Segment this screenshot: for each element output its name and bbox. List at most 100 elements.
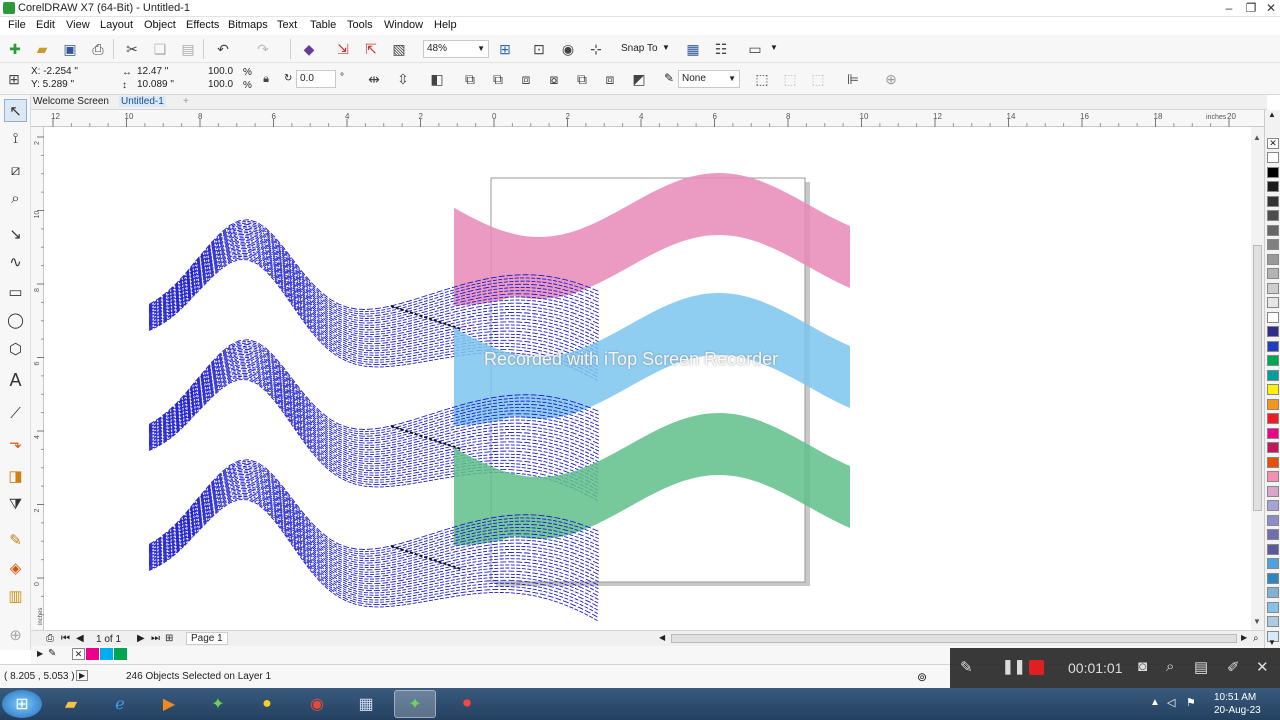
- horizontal-ruler[interactable]: 12 10 8 6 4 2 0 2 4 6 8 10 12 14 16 18 20 inches: [31, 110, 1267, 127]
- align-icon[interactable]: ⊫: [842, 68, 864, 90]
- palette-swatch[interactable]: [1267, 268, 1279, 279]
- palette-swatch[interactable]: [1267, 413, 1279, 424]
- palette-swatch[interactable]: [1267, 572, 1279, 584]
- add-more-icon[interactable]: ⊕: [880, 68, 902, 90]
- explorer-task-icon[interactable]: ▰: [50, 690, 92, 718]
- menu-edit[interactable]: Edit: [36, 19, 55, 31]
- vertical-scroll-thumb[interactable]: [1253, 245, 1262, 511]
- page-options-icon[interactable]: ⎙: [46, 633, 54, 644]
- media-player-task-icon[interactable]: ▶: [148, 690, 190, 718]
- undo-icon[interactable]: ↶: [212, 38, 234, 60]
- palette-swatch[interactable]: [1267, 601, 1279, 613]
- ie-task-icon[interactable]: ℯ: [99, 690, 141, 718]
- palette-swatch[interactable]: [1267, 558, 1279, 569]
- recorder-comment-icon[interactable]: ▤: [1194, 658, 1208, 676]
- print-icon[interactable]: ⎙: [87, 38, 109, 60]
- save-icon[interactable]: ▣: [59, 38, 81, 60]
- palette-swatch[interactable]: [1267, 239, 1279, 250]
- align-distribute-icon[interactable]: ⬚: [751, 68, 773, 90]
- palette-swatch[interactable]: [1267, 282, 1279, 294]
- palette-swatch[interactable]: [1267, 500, 1279, 511]
- scroll-up-icon[interactable]: ▲: [1253, 133, 1261, 142]
- combine-icon[interactable]: ⧉: [459, 68, 481, 90]
- palette-swatch[interactable]: [1267, 224, 1279, 236]
- doc-palette-eyedropper-icon[interactable]: ✎: [48, 648, 56, 659]
- rectangle-tool-icon[interactable]: ▭: [4, 280, 27, 303]
- palette-swatch[interactable]: [1267, 340, 1279, 352]
- application-launcher-icon[interactable]: ☷: [710, 38, 732, 60]
- quick-trace-icon[interactable]: ⬚: [779, 68, 801, 90]
- drawing-canvas[interactable]: [44, 127, 1251, 630]
- search-content-icon[interactable]: ◆: [298, 38, 320, 60]
- options-icon[interactable]: ▦: [682, 38, 704, 60]
- palette-swatch[interactable]: [1267, 152, 1279, 163]
- palette-swatch[interactable]: [1267, 485, 1279, 497]
- pick-tool-icon[interactable]: ↖: [4, 99, 27, 122]
- palette-swatch[interactable]: [1267, 587, 1279, 598]
- menu-object[interactable]: Object: [144, 19, 176, 31]
- tab-untitled-1[interactable]: Untitled-1: [119, 96, 166, 107]
- last-page-icon[interactable]: ⏭: [151, 633, 160, 644]
- new-tab-icon[interactable]: +: [181, 96, 191, 107]
- object-origin-icon[interactable]: ⊞: [3, 68, 25, 90]
- smart-fill-icon[interactable]: ▥: [4, 584, 27, 607]
- horizontal-scroll-thumb[interactable]: [671, 634, 1237, 643]
- recorder-close-icon[interactable]: ✕: [1256, 658, 1269, 676]
- menu-bitmaps[interactable]: Bitmaps: [228, 19, 268, 31]
- intersect-icon[interactable]: ⧇: [543, 68, 565, 90]
- palette-swatch[interactable]: [1267, 181, 1279, 192]
- artistic-media-icon[interactable]: ∿: [4, 250, 27, 273]
- palette-swatch[interactable]: [1267, 616, 1279, 627]
- palette-swatch[interactable]: [1267, 442, 1279, 453]
- doc-swatch-none[interactable]: ✕: [72, 648, 85, 660]
- zoom-tool-icon[interactable]: ⌕: [4, 187, 27, 210]
- create-boundary-icon[interactable]: ◩: [628, 68, 650, 90]
- palette-swatch[interactable]: [1267, 384, 1279, 395]
- paste-icon[interactable]: ▤: [177, 38, 199, 60]
- minimize-button[interactable]: –: [1218, 0, 1240, 16]
- no-color-swatch[interactable]: ✕: [1267, 138, 1279, 149]
- next-page-icon[interactable]: ▶: [137, 633, 145, 644]
- parallel-dimension-icon[interactable]: ⟋: [4, 402, 27, 425]
- recorder-task-icon[interactable]: ⏺: [446, 690, 488, 718]
- recorder-stop-icon[interactable]: [1029, 660, 1044, 675]
- connector-tool-icon[interactable]: ⬎: [4, 431, 27, 454]
- corel-task-icon[interactable]: ✦: [197, 690, 239, 718]
- menu-table[interactable]: Table: [310, 19, 336, 31]
- open-icon[interactable]: ▰: [31, 38, 53, 60]
- palette-swatch[interactable]: [1267, 471, 1279, 482]
- palette-swatch[interactable]: [1267, 311, 1279, 323]
- snap-to-label[interactable]: Snap To: [621, 43, 658, 54]
- palette-swatch[interactable]: [1267, 514, 1279, 526]
- shape-tool-icon[interactable]: ⟟: [4, 127, 27, 150]
- recorder-pause-icon[interactable]: ❚❚: [1002, 658, 1025, 675]
- menu-help[interactable]: Help: [434, 19, 457, 31]
- palette-swatch[interactable]: [1267, 210, 1279, 221]
- palette-swatch[interactable]: [1267, 543, 1279, 555]
- new-document-icon[interactable]: ✚: [4, 38, 26, 60]
- palette-scroll-down-icon[interactable]: ▼: [1268, 638, 1276, 647]
- menu-text[interactable]: Text: [277, 19, 297, 31]
- text-tool-icon[interactable]: A: [4, 369, 27, 392]
- menu-window[interactable]: Window: [384, 19, 423, 31]
- recorder-edit-icon[interactable]: ✐: [1227, 658, 1240, 676]
- menu-layout[interactable]: Layout: [100, 19, 133, 31]
- recorder-zoom-icon[interactable]: ⌕: [1166, 658, 1174, 675]
- eyedropper-icon[interactable]: ✎: [4, 528, 27, 551]
- palette-swatch[interactable]: [1267, 427, 1279, 439]
- close-button[interactable]: ✕: [1260, 0, 1280, 16]
- outline-width-field[interactable]: None ▼: [678, 70, 740, 88]
- show-grid-icon[interactable]: ◉: [557, 38, 579, 60]
- hscroll-right-icon[interactable]: ▶: [1241, 633, 1247, 642]
- scale-width-field[interactable]: 100.0: [205, 66, 235, 79]
- fill-indicator-icon[interactable]: ⊚: [917, 670, 927, 684]
- doc-swatch-blue[interactable]: [100, 648, 113, 660]
- publish-pdf-icon[interactable]: ▧: [388, 38, 410, 60]
- menu-view[interactable]: View: [66, 19, 90, 31]
- clock-date[interactable]: 20-Aug-23: [1214, 705, 1261, 716]
- artwork[interactable]: [44, 127, 1251, 630]
- zoom-navigator-icon[interactable]: ⌕: [1253, 633, 1259, 644]
- palette-swatch[interactable]: [1267, 369, 1279, 381]
- redo-icon[interactable]: ↷: [252, 38, 274, 60]
- menu-tools[interactable]: Tools: [347, 19, 373, 31]
